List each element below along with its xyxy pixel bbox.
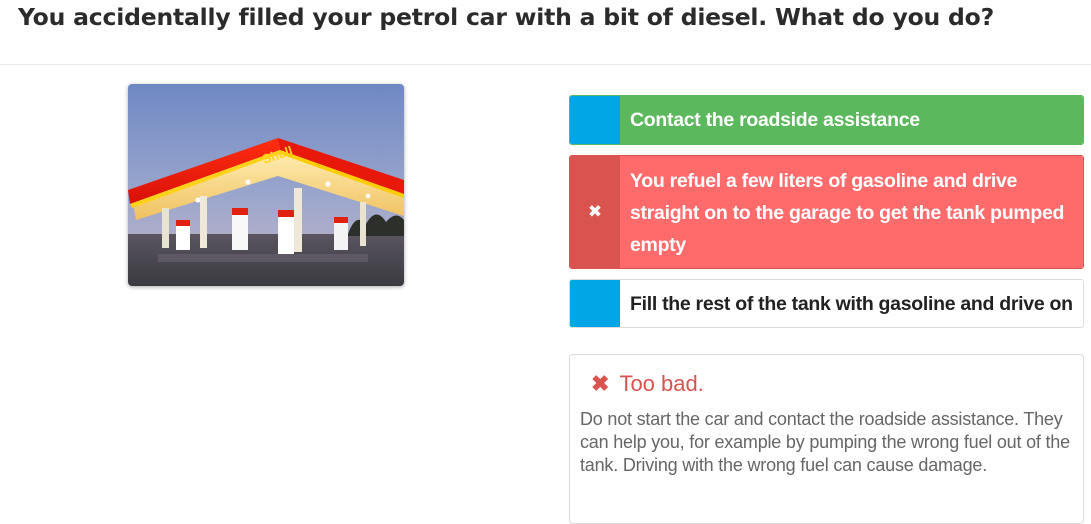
answer-option-roadside[interactable]: Contact the roadside assistance <box>569 95 1084 145</box>
feedback-panel: ✖ Too bad. Do not start the car and cont… <box>569 354 1084 524</box>
answer-label: Contact the roadside assistance <box>620 96 1083 144</box>
question-header: You accidentally filled your petrol car … <box>0 0 1091 65</box>
question-title: You accidentally filled your petrol car … <box>18 3 995 31</box>
answer-option-fill-and-drive[interactable]: Fill the rest of the tank with gasoline … <box>569 279 1084 328</box>
answer-label: Fill the rest of the tank with gasoline … <box>630 292 1073 315</box>
feedback-title: Too bad. <box>619 371 704 396</box>
close-x-icon: ✖ <box>591 371 610 396</box>
answer-option-refuel-gasoline[interactable]: ✖ You refuel a few liters of gasoline an… <box>569 155 1084 269</box>
answer-label: You refuel a few liters of gasoline and … <box>620 156 1083 268</box>
answer-list: Contact the roadside assistance ✖ You re… <box>569 95 1084 338</box>
answer-marker <box>570 96 620 144</box>
answer-marker <box>570 280 620 327</box>
feedback-text: Do not start the car and contact the roa… <box>580 409 1070 475</box>
feedback-heading: ✖ Too bad. <box>591 369 1073 399</box>
petrol-station-image: Shell <box>128 84 404 286</box>
wrong-x-icon: ✖ <box>570 156 620 268</box>
